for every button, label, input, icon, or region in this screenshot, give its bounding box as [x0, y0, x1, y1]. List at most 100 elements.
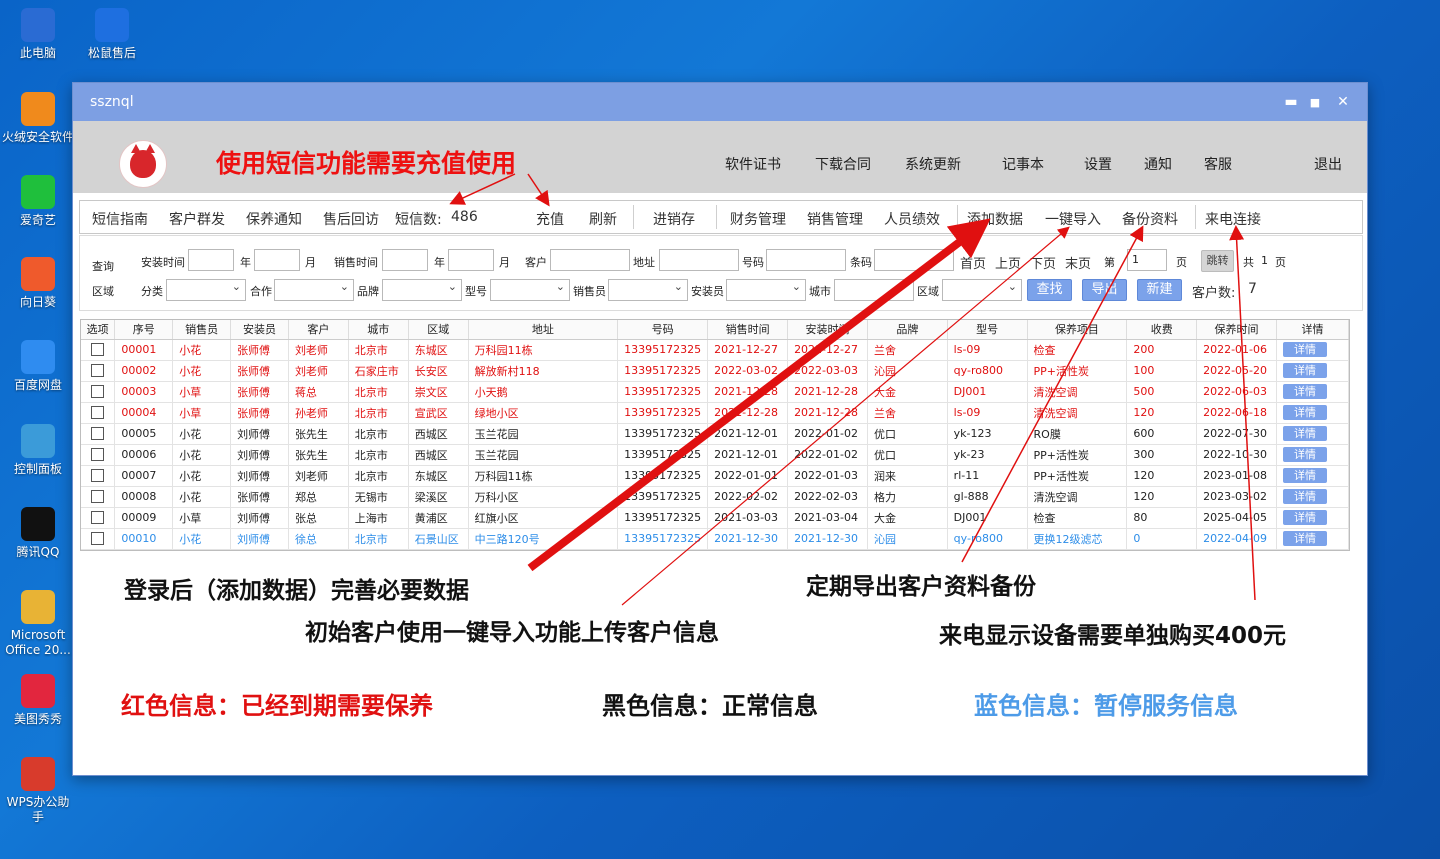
column-header[interactable]: 号码: [617, 320, 709, 340]
table-row[interactable]: 00007 小花 刘师傅 刘老师 北京市 东城区 万科园11栋 13395172325 2022…: [81, 465, 1349, 487]
sale-year-input[interactable]: [382, 249, 428, 271]
column-header[interactable]: 地址: [468, 320, 619, 340]
phone-input[interactable]: [766, 249, 846, 271]
column-header[interactable]: 序号: [114, 320, 174, 340]
detail-button[interactable]: 详情: [1283, 468, 1328, 483]
menu-download-contract[interactable]: 下载合同: [815, 154, 871, 174]
tb-recharge[interactable]: 充值: [536, 209, 564, 229]
column-header[interactable]: 保养项目: [1027, 320, 1128, 340]
table-row[interactable]: 00006 小花 刘师傅 张先生 北京市 西城区 玉兰花园 13395172325 2021-1…: [81, 444, 1349, 466]
column-header[interactable]: 区域: [408, 320, 469, 340]
table-row[interactable]: 00002 小花 张师傅 刘老师 石家庄市 长安区 解放新村118 13395172325 20…: [81, 360, 1349, 382]
desktop-shortcut[interactable]: 火绒安全软件: [2, 92, 74, 145]
export-button[interactable]: 导出: [1082, 279, 1127, 301]
detail-button[interactable]: 详情: [1283, 405, 1328, 420]
tb-one-click-import[interactable]: 一键导入: [1045, 209, 1101, 229]
table-row[interactable]: 00008 小花 张师傅 郑总 无锡市 梁溪区 万科小区 13395172325 2022-02…: [81, 486, 1349, 508]
desktop-shortcut[interactable]: 此电脑: [2, 8, 74, 61]
page-number-input[interactable]: 1: [1127, 249, 1167, 271]
row-checkbox[interactable]: [91, 490, 105, 504]
row-checkbox[interactable]: [91, 427, 105, 441]
tb-add-data[interactable]: 添加数据: [967, 209, 1023, 229]
cooperation-select[interactable]: [274, 279, 354, 301]
tb-refresh[interactable]: 刷新: [589, 209, 617, 229]
column-header[interactable]: 销售时间: [707, 320, 789, 340]
desktop-shortcut[interactable]: 控制面板: [2, 424, 74, 477]
desktop-shortcut[interactable]: 美图秀秀: [2, 674, 74, 727]
row-checkbox[interactable]: [91, 364, 105, 378]
menu-exit[interactable]: 退出: [1314, 154, 1342, 174]
detail-button[interactable]: 详情: [1283, 363, 1328, 378]
new-button[interactable]: 新建: [1137, 279, 1182, 301]
tb-caller-connect[interactable]: 来电连接: [1205, 209, 1261, 229]
desktop-shortcut[interactable]: WPS办公助手: [2, 757, 74, 825]
menu-notify[interactable]: 通知: [1144, 154, 1172, 174]
column-header[interactable]: 城市: [348, 320, 409, 340]
first-page-link[interactable]: 首页: [960, 253, 986, 272]
row-checkbox[interactable]: [91, 448, 105, 462]
next-page-link[interactable]: 下页: [1030, 253, 1056, 272]
column-header[interactable]: 客户: [288, 320, 349, 340]
tb-maintenance-notice[interactable]: 保养通知: [246, 209, 302, 229]
desktop-shortcut[interactable]: Microsoft Office 20...: [2, 590, 74, 658]
tb-after-sales-visit[interactable]: 售后回访: [323, 209, 379, 229]
row-checkbox[interactable]: [91, 532, 105, 546]
search-button[interactable]: 查找: [1027, 279, 1072, 301]
table-row[interactable]: 00003 小草 张师傅 蒋总 北京市 崇文区 小天鹅 13395172325 2021-12-…: [81, 381, 1349, 403]
close-button[interactable]: ✕: [1329, 83, 1357, 121]
detail-button[interactable]: 详情: [1283, 531, 1328, 546]
category-select[interactable]: [166, 279, 246, 301]
table-row[interactable]: 00001 小花 张师傅 刘老师 北京市 东城区 万科园11栋 13395172325 2021…: [81, 339, 1349, 361]
row-checkbox[interactable]: [91, 406, 105, 420]
detail-button[interactable]: 详情: [1283, 342, 1328, 357]
install-month-input[interactable]: [254, 249, 300, 271]
tb-sales[interactable]: 销售管理: [807, 209, 863, 229]
menu-service[interactable]: 客服: [1204, 154, 1232, 174]
city-input[interactable]: [834, 279, 914, 301]
prev-page-link[interactable]: 上页: [995, 253, 1021, 272]
maximize-button[interactable]: ■: [1301, 83, 1329, 121]
sale-month-input[interactable]: [448, 249, 494, 271]
desktop-shortcut[interactable]: 百度网盘: [2, 340, 74, 393]
column-header[interactable]: 保养时间: [1196, 320, 1278, 340]
title-bar[interactable]: ssznql ▬ ■ ✕: [73, 83, 1367, 121]
installer-select[interactable]: [726, 279, 806, 301]
install-year-input[interactable]: [188, 249, 234, 271]
table-row[interactable]: 00010 小花 刘师傅 徐总 北京市 石景山区 中三路120号 13395172325 202…: [81, 528, 1349, 550]
tb-backup[interactable]: 备份资料: [1122, 209, 1178, 229]
tb-sms-guide[interactable]: 短信指南: [92, 209, 148, 229]
column-header[interactable]: 品牌: [867, 320, 948, 340]
column-header[interactable]: 销售员: [172, 320, 232, 340]
desktop-shortcut[interactable]: 向日葵: [2, 257, 74, 310]
tb-inventory[interactable]: 进销存: [653, 209, 695, 229]
jump-button[interactable]: 跳转: [1201, 250, 1234, 272]
customer-input[interactable]: [550, 249, 630, 271]
detail-button[interactable]: 详情: [1283, 384, 1328, 399]
table-row[interactable]: 00009 小草 刘师傅 张总 上海市 黄浦区 红旗小区 13395172325 2021-03…: [81, 507, 1349, 529]
menu-system-update[interactable]: 系统更新: [905, 154, 961, 174]
model-select[interactable]: [490, 279, 570, 301]
column-header[interactable]: 收费: [1126, 320, 1198, 340]
detail-button[interactable]: 详情: [1283, 447, 1328, 462]
tb-finance[interactable]: 财务管理: [730, 209, 786, 229]
menu-notepad[interactable]: 记事本: [1002, 154, 1044, 174]
row-checkbox[interactable]: [91, 511, 105, 525]
desktop-shortcut[interactable]: 松鼠售后: [76, 8, 148, 61]
detail-button[interactable]: 详情: [1283, 426, 1328, 441]
table-row[interactable]: 00005 小花 刘师傅 张先生 北京市 西城区 玉兰花园 13395172325 2021-1…: [81, 423, 1349, 445]
address-input[interactable]: [659, 249, 739, 271]
brand-select[interactable]: [382, 279, 462, 301]
table-row[interactable]: 00004 小草 张师傅 孙老师 北京市 宣武区 绿地小区 13395172325 2021-1…: [81, 402, 1349, 424]
seller-select[interactable]: [608, 279, 688, 301]
column-header[interactable]: 型号: [947, 320, 1028, 340]
row-checkbox[interactable]: [91, 343, 105, 357]
row-checkbox[interactable]: [91, 469, 105, 483]
detail-button[interactable]: 详情: [1283, 510, 1328, 525]
tb-performance[interactable]: 人员绩效: [884, 209, 940, 229]
district-select[interactable]: [942, 279, 1022, 301]
column-header[interactable]: 安装时间: [787, 320, 868, 340]
column-header[interactable]: 安装员: [230, 320, 289, 340]
last-page-link[interactable]: 末页: [1065, 253, 1091, 272]
desktop-shortcut[interactable]: 腾讯QQ: [2, 507, 74, 560]
menu-settings[interactable]: 设置: [1084, 154, 1112, 174]
